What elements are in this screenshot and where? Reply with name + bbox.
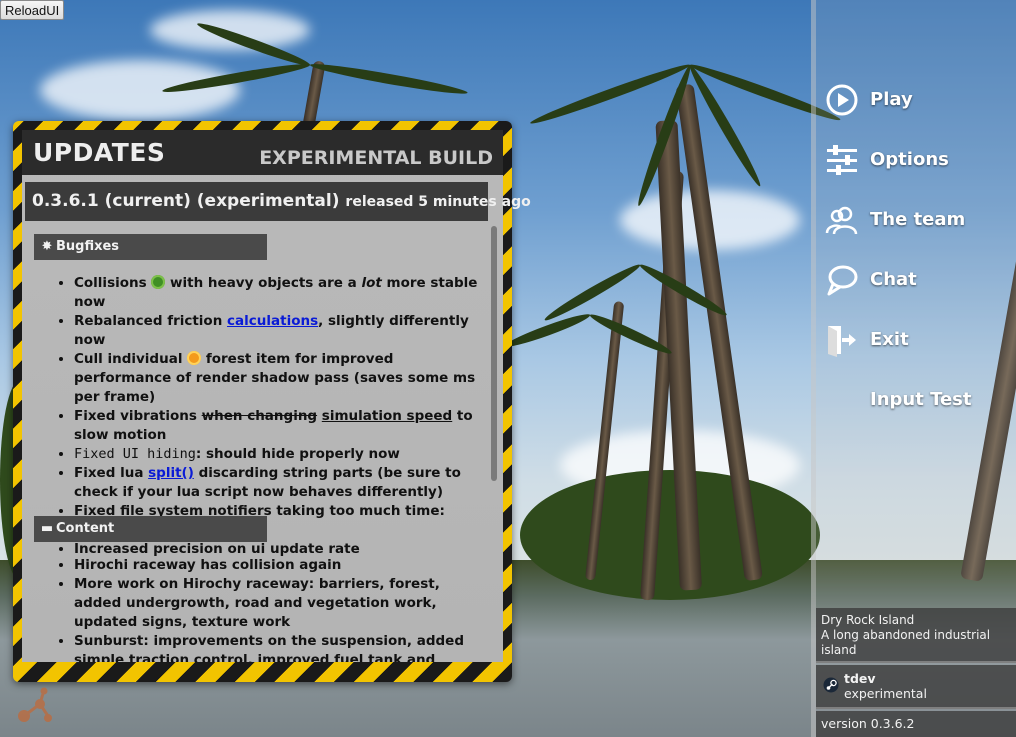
version-heading: 0.3.6.1 (current) (experimental) release… (32, 191, 531, 211)
game-version: version 0.3.6.2 (816, 711, 1016, 737)
team-icon (825, 206, 858, 235)
menu-play[interactable]: Play (825, 81, 1005, 121)
level-description: A long abandoned industrial island (821, 628, 991, 657)
version-heading-bar: 0.3.6.1 (current) (experimental) release… (25, 182, 531, 221)
cloud (40, 60, 240, 120)
content-list: Hirochi raceway has collision again More… (22, 556, 484, 662)
updates-panel: UPDATES EXPERIMENTAL BUILD 0.3.6.1 (curr… (13, 121, 531, 682)
version-number: 0.3.6.1 (current) (experimental) (32, 191, 340, 211)
play-icon (826, 84, 858, 116)
sparkle-emoji-icon (187, 351, 202, 365)
section-header-content: ▬ Content (34, 516, 267, 542)
menu-label: Chat (870, 269, 917, 290)
list-item: Hirochi raceway has collision again (74, 556, 484, 575)
car-icon: ▬ (40, 521, 54, 536)
section-title: Bugfixes (56, 239, 120, 254)
exit-icon (828, 326, 856, 357)
updates-header: UPDATES EXPERIMENTAL BUILD (22, 130, 503, 175)
menu-label: Options (870, 149, 949, 170)
list-item: Collisions with heavy objects are a lot … (74, 274, 484, 312)
chat-icon (827, 265, 858, 296)
calculations-link[interactable]: calculations (227, 313, 318, 329)
list-item: Sunburst: improvements on the suspension… (74, 632, 484, 662)
burst-icon: ✸ (41, 239, 53, 254)
list-item: Fixed vibrations when changing simulatio… (74, 407, 484, 445)
beamng-logo-icon (18, 687, 52, 722)
updates-panel-body: UPDATES EXPERIMENTAL BUILD 0.3.6.1 (curr… (22, 130, 531, 662)
menu-input-test[interactable]: Input Test (825, 381, 1005, 421)
cloud (150, 10, 310, 50)
updates-subtitle: EXPERIMENTAL BUILD (259, 147, 493, 169)
sliders-icon (827, 145, 857, 175)
menu-options[interactable]: Options (825, 141, 1005, 181)
menu-exit[interactable]: Exit (825, 321, 1005, 361)
level-info: Dry Rock Island A long abandoned industr… (816, 608, 1016, 663)
section-header-bugfixes: ✸ Bugfixes (34, 234, 267, 260)
section-title: Content (56, 521, 115, 536)
user-info: tdev experimental (816, 665, 1016, 709)
menu-label: Play (870, 89, 913, 110)
split-link[interactable]: split() (148, 465, 194, 481)
virus-emoji-icon (151, 275, 166, 289)
menu-label: Exit (870, 329, 909, 350)
list-item: Fixed lua split() discarding string part… (74, 464, 484, 502)
list-item: Cull individual forest item for improved… (74, 350, 484, 407)
reload-ui-button[interactable]: ReloadUI (0, 0, 65, 20)
level-name: Dry Rock Island (821, 613, 915, 627)
steam-icon (823, 677, 839, 693)
menu-label: Input Test (870, 389, 972, 410)
list-item: More work on Hirochy raceway: barriers, … (74, 575, 484, 632)
user-branch: experimental (844, 686, 927, 701)
foliage (520, 470, 820, 600)
updates-content: ✸Bugfixes Collisions with heavy objects … (22, 224, 503, 662)
updates-title: UPDATES (33, 138, 166, 167)
list-item: Rebalanced friction calculations, slight… (74, 312, 484, 350)
user-name: tdev (844, 671, 876, 686)
menu-chat[interactable]: Chat (825, 261, 1005, 301)
menu-the-team[interactable]: The team (825, 201, 1005, 241)
list-item: Fixed UI hiding: should hide properly no… (74, 445, 484, 464)
menu-label: The team (870, 209, 966, 230)
release-time: released 5 minutes ago (345, 194, 531, 210)
